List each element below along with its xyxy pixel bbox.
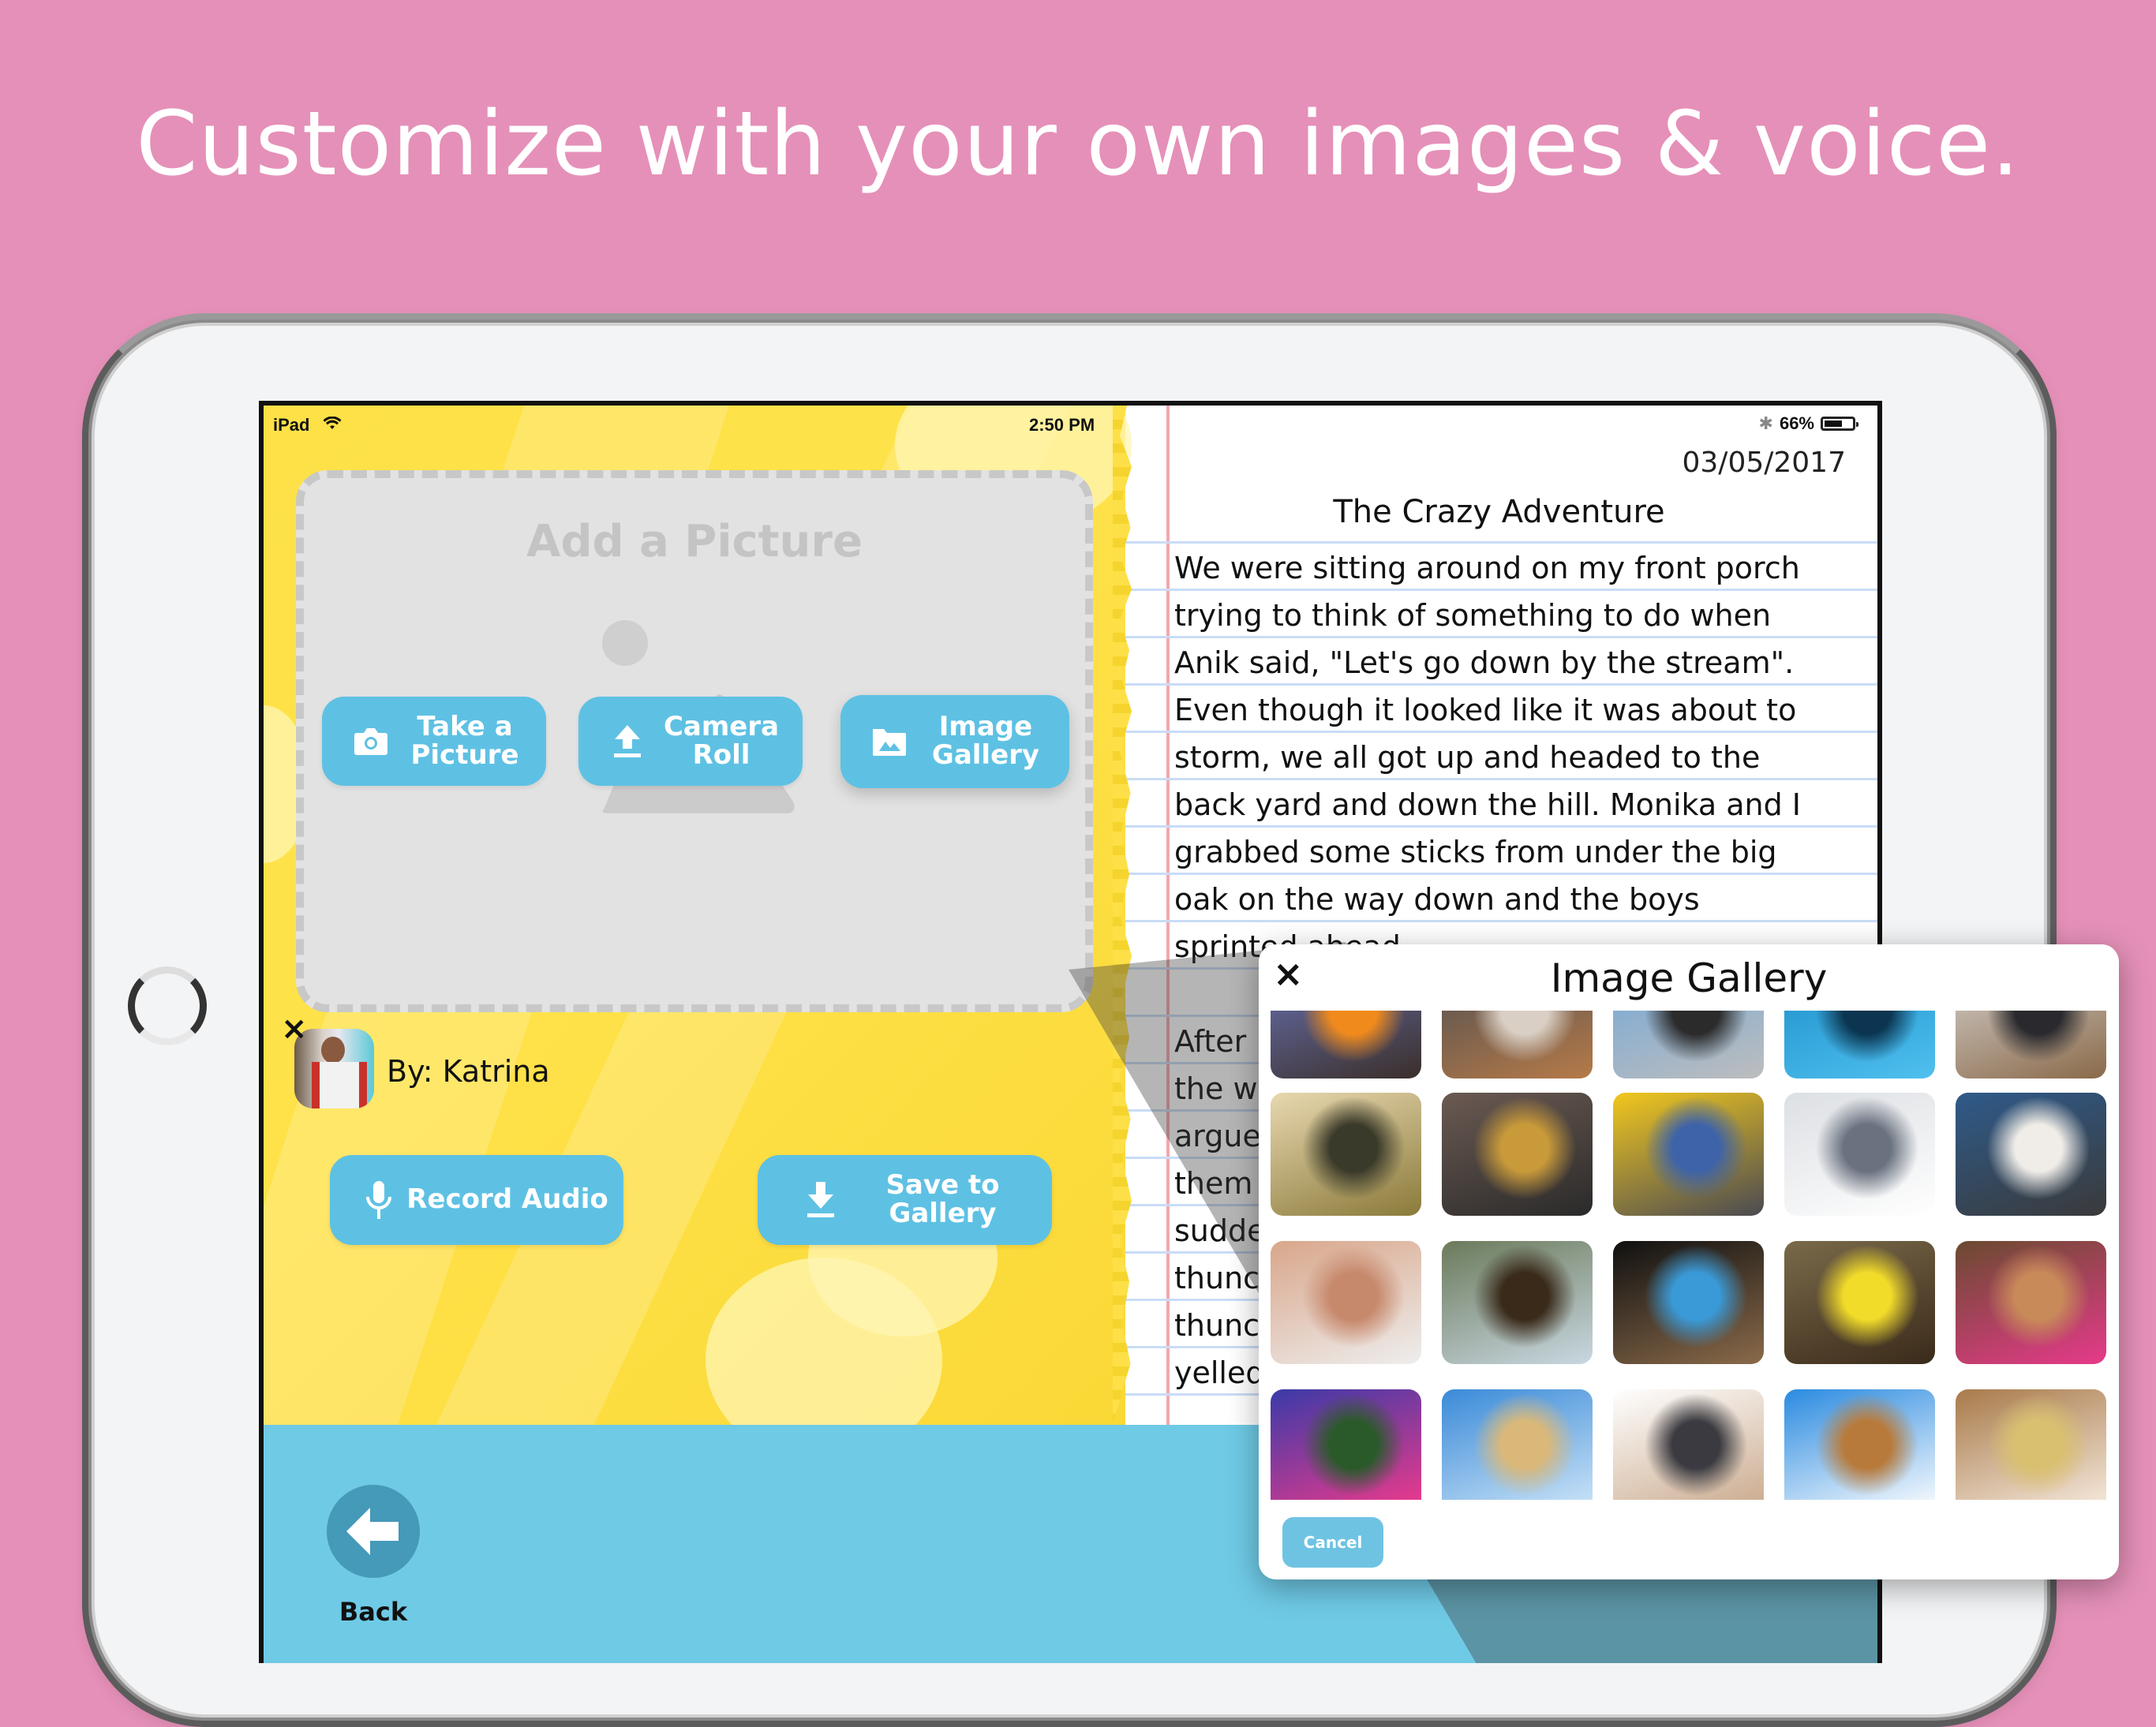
gallery-title: Image Gallery xyxy=(1550,955,1828,1001)
arrow-left-icon xyxy=(346,1508,399,1555)
ruled-line xyxy=(1121,541,1877,544)
camera-roll-button[interactable]: Camera Roll xyxy=(578,697,803,786)
story-line: oak on the way down and the boys xyxy=(1174,882,1700,917)
gallery-thumbnail-minecraft-steve[interactable] xyxy=(1613,1241,1764,1364)
gallery-thumbnail-sunset-trees[interactable] xyxy=(1271,1093,1421,1216)
gallery-thumbnail-shark-underwater[interactable] xyxy=(1784,1011,1935,1078)
headline: Customize with your own images & voice. xyxy=(136,93,2020,196)
gallery-thumbnail-swing[interactable] xyxy=(1442,1241,1593,1364)
thumbnail-grid[interactable] xyxy=(1271,1011,2115,1500)
gallery-thumbnail-giraffe[interactable] xyxy=(1784,1389,1935,1500)
save-label-1: Save to xyxy=(885,1169,1000,1202)
image-placeholder-sun-icon xyxy=(602,620,648,666)
story-line: back yard and down the hill. Monika and … xyxy=(1174,787,1802,822)
back-button[interactable] xyxy=(327,1485,420,1578)
remove-author-photo-button[interactable]: × xyxy=(281,1013,308,1045)
home-button[interactable] xyxy=(128,966,207,1045)
gallery-thumbnail-excavator[interactable] xyxy=(1442,1093,1593,1216)
image-gallery-button[interactable]: Image Gallery xyxy=(840,695,1069,788)
gallery-thumbnail-castle[interactable] xyxy=(1613,1011,1764,1078)
save-to-gallery-button[interactable]: Save to Gallery xyxy=(758,1155,1052,1245)
story-line: We were sitting around on my front porch xyxy=(1174,551,1800,585)
download-icon xyxy=(797,1180,844,1220)
microphone-icon xyxy=(355,1179,402,1220)
margin-line xyxy=(1166,406,1170,1425)
gallery-thumbnail-smartphone[interactable] xyxy=(1956,1011,2106,1078)
camera-roll-label-1: Camera xyxy=(663,710,780,742)
status-bar: iPad 2:50 PM ✱ 66% xyxy=(264,406,1877,442)
record-audio-button[interactable]: Record Audio xyxy=(330,1155,623,1245)
battery-icon xyxy=(1821,417,1858,431)
story-date: 03/05/2017 xyxy=(1682,447,1847,479)
image-gallery-label-2: Gallery xyxy=(931,739,1040,771)
gallery-thumbnail-vr-headset-gamer[interactable] xyxy=(1956,1093,2106,1216)
gallery-thumbnail-egg-faces[interactable] xyxy=(1271,1241,1421,1364)
cancel-button[interactable]: Cancel xyxy=(1282,1517,1383,1568)
device-label: iPad xyxy=(273,415,310,435)
battery-percent: 66% xyxy=(1779,413,1814,433)
take-picture-label-2: Picture xyxy=(410,738,519,771)
folder-image-icon xyxy=(866,726,913,757)
camera-icon xyxy=(347,727,395,757)
gallery-thumbnail-atv-racing[interactable] xyxy=(1956,1241,2106,1364)
story-line: Even though it looked like it was about … xyxy=(1174,693,1797,727)
gallery-thumbnail-drone-sky[interactable] xyxy=(1784,1093,1935,1216)
image-gallery-label-1: Image xyxy=(938,711,1033,743)
gallery-thumbnail-minions[interactable] xyxy=(1613,1093,1764,1216)
take-picture-button[interactable]: Take a Picture xyxy=(322,697,546,786)
gallery-thumbnail-lego-figures[interactable] xyxy=(1271,1011,1421,1078)
image-gallery-dialog: × Image Gallery Cancel xyxy=(1259,944,2119,1579)
gallery-thumbnail-pikachu[interactable] xyxy=(1784,1241,1935,1364)
gallery-thumbnail-art-supplies[interactable] xyxy=(1271,1389,1421,1500)
gallery-thumbnail-ice-cream-cone[interactable] xyxy=(1442,1011,1593,1078)
gallery-thumbnail-elephants[interactable] xyxy=(1956,1389,2106,1500)
add-picture-card[interactable]: Add a Picture Take aPicture CameraRoll xyxy=(296,470,1093,1012)
save-label-2: Gallery xyxy=(889,1198,997,1229)
gallery-thumbnail-ferris-wheel[interactable] xyxy=(1442,1389,1593,1500)
camera-roll-label-2: Roll xyxy=(692,738,750,771)
story-line: storm, we all got up and headed to the xyxy=(1174,740,1761,775)
back-label: Back xyxy=(339,1597,408,1627)
story-line: Anik said, "Let's go down by the stream"… xyxy=(1174,645,1795,680)
take-picture-label-1: Take a xyxy=(417,710,513,742)
add-picture-title: Add a Picture xyxy=(526,516,863,567)
story-title[interactable]: The Crazy Adventure xyxy=(1121,494,1877,530)
record-audio-label: Record Audio xyxy=(406,1183,608,1216)
story-line: trying to think of something to do when xyxy=(1174,598,1772,633)
bluetooth-icon: ✱ xyxy=(1758,413,1773,433)
status-time: 2:50 PM xyxy=(1029,415,1095,435)
upload-icon xyxy=(604,723,651,760)
story-line: grabbed some sticks from under the big xyxy=(1174,835,1777,869)
gallery-thumbnail-batman-mask[interactable] xyxy=(1613,1389,1764,1500)
author-byline[interactable]: By: Katrina xyxy=(387,1054,550,1089)
wifi-icon xyxy=(323,415,342,435)
